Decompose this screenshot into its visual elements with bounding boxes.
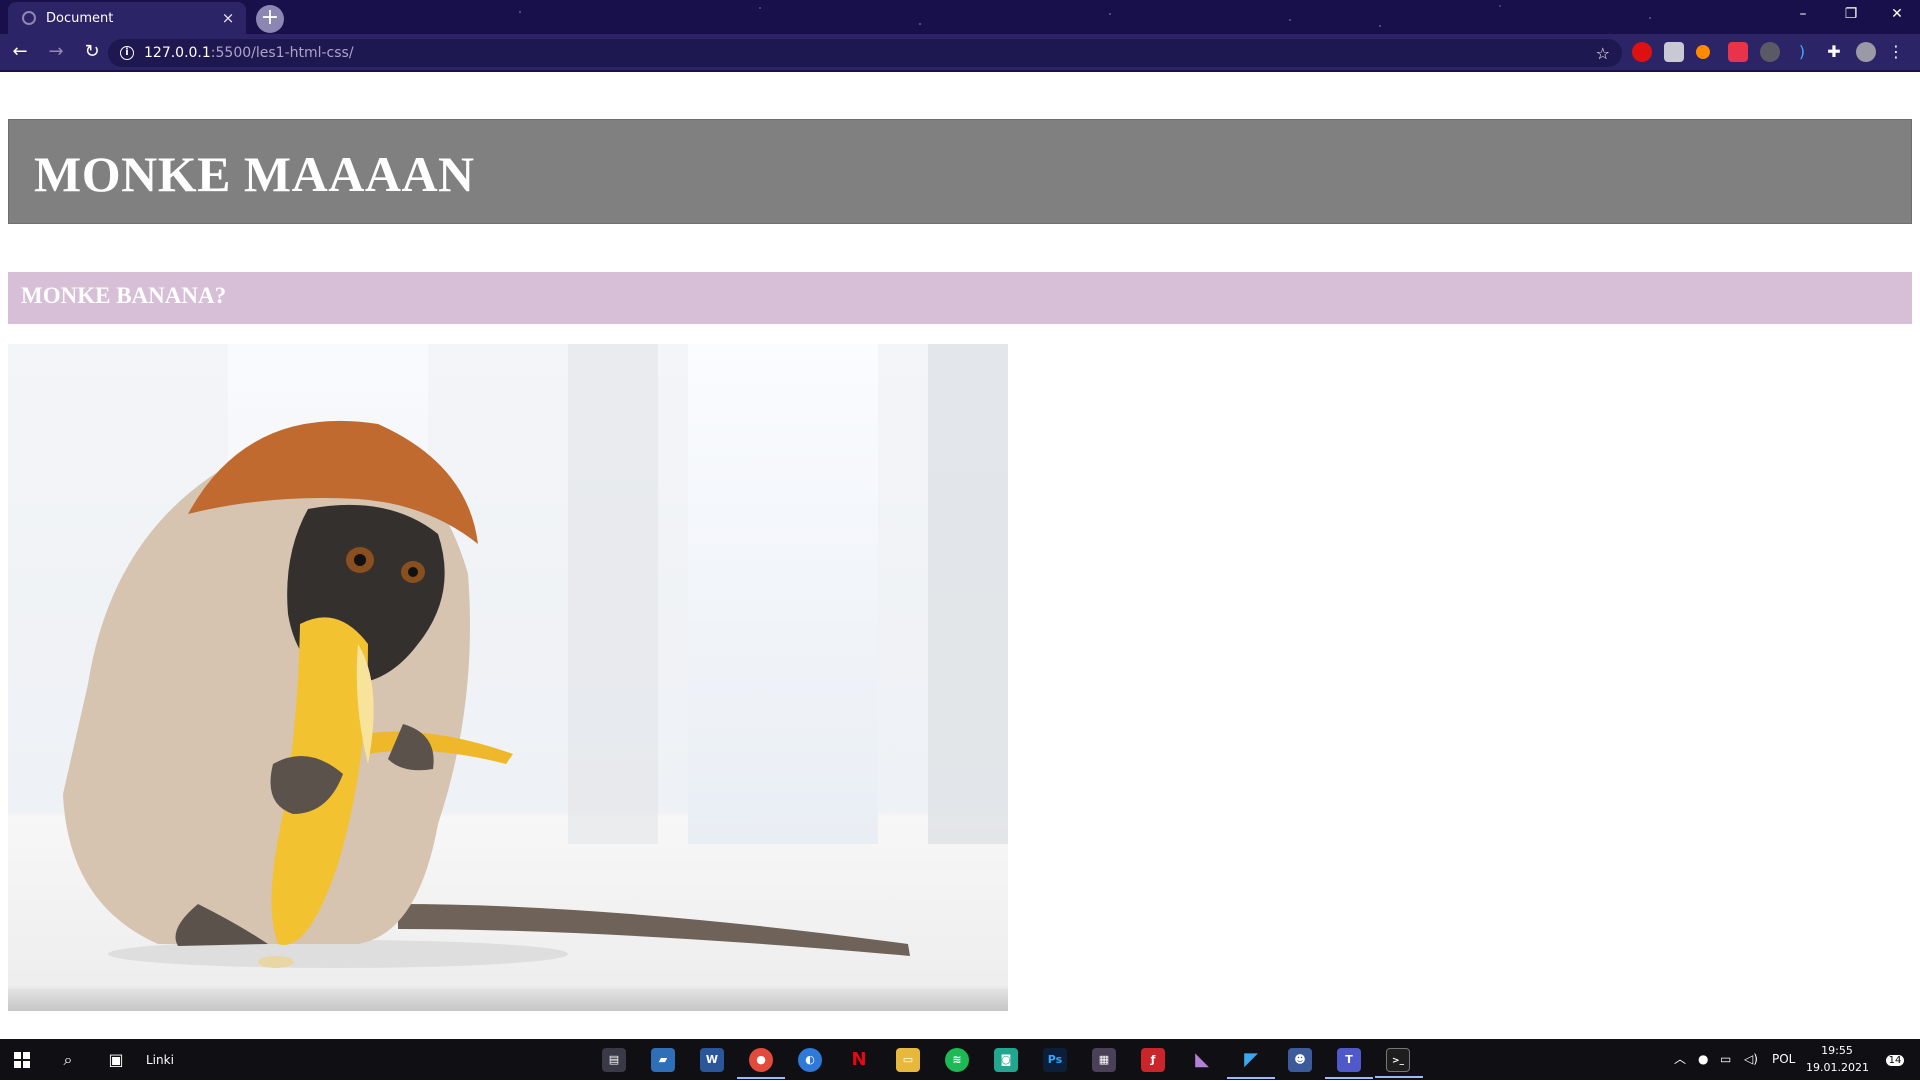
- address-bar[interactable]: i 127.0.0.1:5500/les1-html-css/ ☆: [108, 39, 1622, 67]
- language-indicator[interactable]: POL: [1772, 1039, 1795, 1080]
- section-title: MONKE BANANA?: [21, 283, 227, 308]
- window-close-button[interactable]: ✕: [1874, 0, 1920, 30]
- new-tab-button[interactable]: +: [256, 5, 284, 33]
- extension-icon[interactable]: [1696, 45, 1710, 59]
- puzzle-icon[interactable]: ✚: [1824, 42, 1844, 62]
- browser-tabstrip: Document × + – ❐ ✕: [0, 0, 1920, 34]
- tab-title: Document: [46, 10, 114, 26]
- info-icon[interactable]: i: [120, 46, 134, 60]
- bookmark-star-icon[interactable]: ☆: [1596, 44, 1610, 63]
- photoshop-icon[interactable]: Ps: [1043, 1048, 1067, 1072]
- word-icon[interactable]: W: [700, 1048, 724, 1072]
- network-status-icon[interactable]: ▭: [1720, 1039, 1731, 1080]
- discord-icon[interactable]: ☻: [1288, 1048, 1312, 1072]
- notifications-count: 14: [1885, 1055, 1905, 1066]
- search-icon[interactable]: ⌕: [44, 1039, 92, 1080]
- url-path: :5500/les1-html-css/: [210, 45, 354, 61]
- teams-icon[interactable]: T: [1325, 1048, 1373, 1079]
- vscode-icon[interactable]: ◤: [1227, 1048, 1275, 1079]
- file-explorer-icon[interactable]: ▭: [896, 1048, 920, 1072]
- back-button[interactable]: ←: [4, 36, 36, 68]
- url-host: 127.0.0.1: [144, 45, 211, 61]
- visual-studio-icon[interactable]: ◣: [1190, 1048, 1214, 1072]
- forward-button[interactable]: →: [40, 36, 72, 68]
- opera-extension-icon[interactable]: [1632, 42, 1652, 62]
- extension-icon[interactable]: [1728, 42, 1748, 62]
- clock-time: 19:55: [1821, 1044, 1853, 1057]
- reload-button[interactable]: ↻: [76, 36, 108, 68]
- app-icon[interactable]: ▦: [1092, 1048, 1116, 1072]
- browser-tab[interactable]: Document ×: [8, 2, 246, 34]
- task-view-icon[interactable]: ▣: [92, 1039, 140, 1080]
- clock-date: 19.01.2021: [1806, 1061, 1869, 1074]
- microphone-icon[interactable]: ●: [1698, 1039, 1708, 1080]
- tray-chevron-icon[interactable]: ︿: [1674, 1039, 1686, 1080]
- section-bar: MONKE BANANA?: [8, 272, 1912, 324]
- globe-icon: [22, 11, 36, 25]
- monkey-image: [8, 344, 1008, 1011]
- links-toolbar-label[interactable]: Linki: [146, 1053, 174, 1067]
- start-button[interactable]: [0, 1039, 44, 1080]
- flash-icon[interactable]: ƒ: [1141, 1048, 1165, 1072]
- image-shelf: [8, 989, 1008, 1011]
- extension-icon[interactable]: [1760, 42, 1780, 62]
- clock[interactable]: 19:55 19.01.2021: [1806, 1042, 1869, 1076]
- cast-icon[interactable]: ): [1792, 42, 1812, 62]
- windows-logo-icon: [14, 1051, 30, 1068]
- chrome-icon[interactable]: ●: [737, 1048, 785, 1079]
- netflix-icon[interactable]: N: [847, 1048, 871, 1072]
- page-viewport: MONKE MAAAAN MONKE BANANA?: [0, 72, 1920, 1039]
- store-icon[interactable]: ▤: [602, 1048, 626, 1072]
- app-icon[interactable]: ◙: [994, 1048, 1018, 1072]
- menu-icon[interactable]: ⋮: [1886, 42, 1906, 62]
- network-icon[interactable]: ▰: [651, 1048, 675, 1072]
- minimize-button[interactable]: –: [1780, 0, 1826, 30]
- extension-icon[interactable]: [1664, 42, 1684, 62]
- monkey-illustration: [63, 420, 910, 968]
- close-tab-icon[interactable]: ×: [220, 9, 236, 27]
- avatar[interactable]: [1856, 42, 1876, 62]
- terminal-icon[interactable]: >_: [1375, 1048, 1423, 1078]
- notifications-icon[interactable]: 14: [1880, 1039, 1910, 1080]
- spotify-icon[interactable]: ≋: [945, 1048, 969, 1072]
- page-title: MONKE MAAAAN: [34, 146, 475, 202]
- firefox-icon[interactable]: ◐: [798, 1048, 822, 1072]
- volume-icon[interactable]: ◁): [1744, 1039, 1758, 1080]
- restore-button[interactable]: ❐: [1828, 0, 1874, 30]
- page-header: MONKE MAAAAN: [8, 119, 1912, 224]
